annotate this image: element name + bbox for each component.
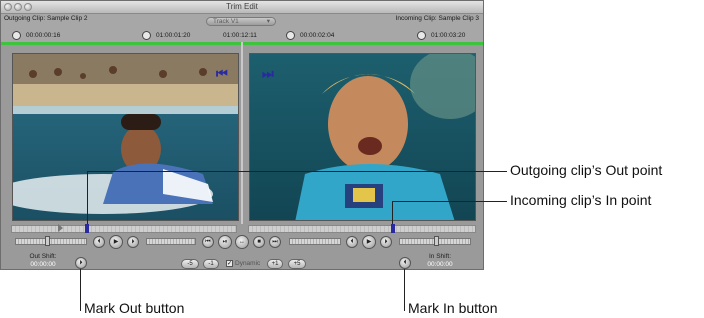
outgoing-duration[interactable]: 00:00:00:16 [26,32,60,39]
trim-plus1-button[interactable]: +1 [267,259,283,269]
trim-plus5-button[interactable]: +5 [288,259,306,269]
incoming-scrubber[interactable] [248,225,476,233]
incoming-jog-slider[interactable] [289,238,341,245]
mark-in-icon: ⏴ [403,260,407,266]
next-edit-button[interactable]: ⏵ [380,236,392,248]
clock-icon [142,31,151,40]
shuttle-knob[interactable] [434,236,439,246]
trim-minus1-button[interactable]: -1 [203,259,219,269]
trim-minus5-button[interactable]: -5 [181,259,199,269]
header-bar: Outgoing Clip: Sample Clip 2 Track V1 ▾ I… [1,14,483,43]
callout-incoming-in-point: Incoming clip’s In point [510,192,652,208]
dynamic-label: Dynamic [235,260,261,267]
in-point-marker-icon: ⏭ [262,66,274,81]
mark-in-button[interactable]: ⏴ [399,257,411,269]
callout-line-in-point [392,201,507,202]
shuttle-knob[interactable] [45,236,50,246]
outgoing-timecode[interactable]: 01:00:01:20 [156,32,190,39]
incoming-frame-image [250,54,475,220]
callout-outgoing-out-point: Outgoing clip’s Out point [510,162,663,178]
scrubber-playhead-icon[interactable] [58,224,63,232]
incoming-duration[interactable]: 00:00:02:04 [300,32,334,39]
outgoing-shuttle-slider[interactable] [15,238,87,245]
in-shift-value: 00:00:00 [427,261,453,268]
chevron-down-icon: ▾ [266,18,270,25]
sequence-timecode[interactable]: 01:00:12:11 [223,32,257,39]
playhead-line [241,42,243,224]
play-around-edit-button[interactable]: ↔ [235,235,249,249]
callout-line-in-point-vertical [392,201,393,224]
prev-edit-button[interactable]: ⏴ [93,236,105,248]
clock-icon [12,31,21,40]
go-to-previous-edit-button[interactable]: ⏮ [202,236,214,248]
play-in-to-out-button[interactable]: ⏯ [218,235,232,249]
window-title: Trim Edit [226,2,258,11]
mark-out-button[interactable]: ⏵ [75,257,87,269]
out-point-marker-icon: ⏮ [216,66,228,81]
stop-button[interactable]: ■ [253,236,265,248]
play-out-button[interactable]: ▶ [109,235,123,249]
callout-mark-out-button: Mark Out button [84,300,185,316]
mark-out-icon: ⏵ [79,260,83,266]
in-shift-label: In Shift: [428,253,452,260]
trim-edit-window: Trim Edit Outgoing Clip: Sample Clip 2 T… [0,0,484,270]
callout-line-out-point-vertical [87,171,88,224]
incoming-clip-label: Incoming Clip: Sample Clip 3 [395,15,479,22]
outgoing-out-point-marker[interactable] [85,224,89,233]
callout-line-mark-in [404,269,405,311]
incoming-clip-viewer[interactable]: ⏭ [249,53,476,221]
outgoing-clip-label: Outgoing Clip: Sample Clip 2 [4,15,88,22]
incoming-timecode[interactable]: 01:00:03:20 [431,32,465,39]
play-in-button[interactable]: ▶ [362,235,376,249]
callout-line-out-point [87,171,507,172]
outgoing-jog-slider[interactable] [146,238,196,245]
clock-icon [417,31,426,40]
callout-line-mark-out [80,269,81,311]
track-popup[interactable]: Track V1 ▾ [206,17,276,26]
next-frame-button[interactable]: ⏵ [127,236,139,248]
outgoing-scrubber[interactable] [11,225,237,233]
dynamic-checkbox[interactable]: ✓ [226,260,233,267]
prev-frame-button[interactable]: ⏴ [346,236,358,248]
go-to-next-edit-button[interactable]: ⏭ [269,236,281,248]
incoming-in-point-marker[interactable] [391,224,395,233]
title-bar: Trim Edit [1,1,483,14]
callout-mark-in-button: Mark In button [408,300,498,316]
outgoing-clip-viewer[interactable]: ⏮ [12,53,239,221]
clock-icon [286,31,295,40]
out-shift-label: Out Shift: [29,253,57,260]
out-shift-value: 00:00:00 [30,261,56,268]
outgoing-frame-image [13,54,238,220]
